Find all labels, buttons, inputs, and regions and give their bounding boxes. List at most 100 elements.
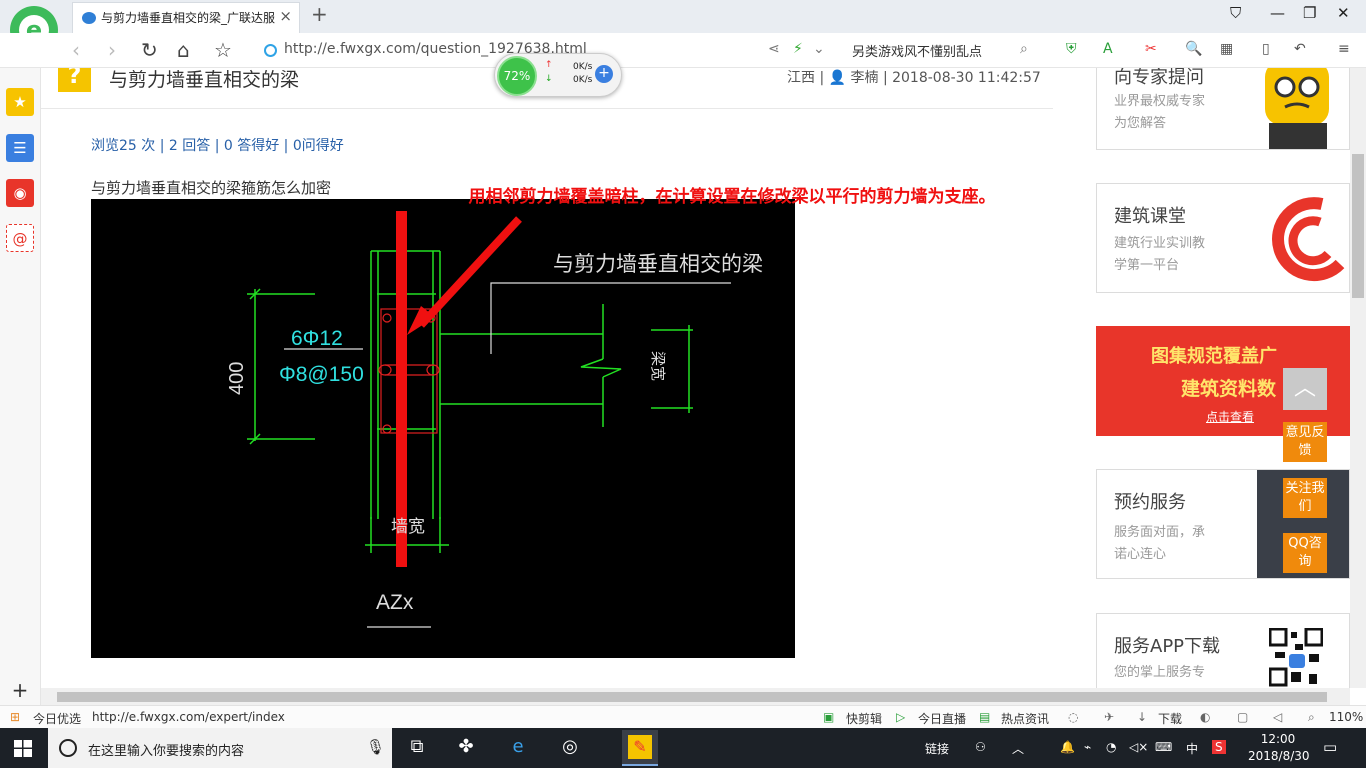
network-speed-widget[interactable]: 72% ↑ ↓ 0K/s 0K/s +	[494, 53, 622, 97]
speed-plus-icon[interactable]: +	[595, 65, 613, 83]
new-tab-button[interactable]: +	[311, 2, 328, 26]
magnifier-icon[interactable]: 🔍	[1185, 41, 1202, 57]
download-icon[interactable]: ↓	[1137, 710, 1147, 724]
cad-column-tag: AZx	[376, 591, 414, 614]
email-icon[interactable]: @	[6, 224, 34, 252]
qq-consult-button[interactable]: QQ咨询	[1283, 533, 1327, 573]
keyboard-icon[interactable]: ⌨	[1155, 740, 1172, 754]
speedup-icon[interactable]: ⚡	[793, 41, 803, 57]
live-label[interactable]: 今日直播	[918, 710, 966, 727]
download-label[interactable]: 下载	[1158, 710, 1182, 727]
menu-icon[interactable]: ≡	[1338, 41, 1350, 57]
ime-label[interactable]: 中	[1186, 740, 1198, 757]
zoom-level[interactable]: 110%	[1329, 710, 1363, 724]
reader-icon[interactable]: ☰	[6, 134, 34, 162]
zoom-icon[interactable]: ⌕	[1308, 710, 1315, 725]
search-suggestion[interactable]: 另类游戏风不懂别乱点	[852, 41, 982, 60]
skin-icon[interactable]: ⛉	[1230, 4, 1241, 22]
clock-date: 2018/8/30	[1248, 749, 1310, 763]
banner-cta[interactable]: 点击查看	[1206, 408, 1254, 425]
question-stats[interactable]: 浏览25 次 | 2 回答 | 0 答得好 | 0问得好	[91, 135, 344, 155]
favorite-star-icon[interactable]: ☆	[214, 38, 232, 62]
course-title: 建筑课堂	[1114, 206, 1186, 227]
links-label[interactable]: 链接	[925, 740, 949, 757]
horizontal-scrollbar[interactable]	[41, 688, 1350, 705]
dropdown-chevron-icon[interactable]: ⌄	[813, 41, 825, 57]
tab-close-icon[interactable]: ×	[279, 7, 292, 25]
horizontal-scroll-thumb[interactable]	[57, 692, 1327, 702]
add-sidebar-icon[interactable]: +	[6, 676, 34, 704]
gift-icon[interactable]: ⊞	[10, 710, 20, 724]
course-card[interactable]: 建筑课堂 建筑行业实训教 学第一平台	[1096, 183, 1350, 293]
home-icon[interactable]: ⌂	[177, 38, 190, 62]
quick-cut-icon[interactable]: ▣	[823, 710, 834, 724]
quick-cut-label[interactable]: 快剪辑	[846, 710, 882, 727]
undo-icon[interactable]: ↶	[1294, 41, 1306, 57]
forward-icon[interactable]: ›	[108, 38, 116, 62]
back-to-top-button[interactable]: ︿	[1283, 368, 1327, 410]
close-window-button[interactable]: ✕	[1337, 4, 1350, 22]
sogou-icon[interactable]: S	[1212, 740, 1226, 754]
booking-sub2: 诺心连心	[1114, 547, 1167, 562]
action-center-icon[interactable]: ▭	[1323, 738, 1337, 756]
apps-grid-icon[interactable]: ▦	[1220, 41, 1233, 57]
ask-expert-card[interactable]: 向专家提问 业界最权威专家 为您解答	[1096, 68, 1350, 150]
notification-bell-icon[interactable]: 🔔	[1060, 740, 1075, 754]
tablet-icon[interactable]: ▯	[1262, 41, 1270, 57]
today-picks[interactable]: 今日优选	[33, 710, 81, 727]
favorites-icon[interactable]: ★	[6, 88, 34, 116]
question-title: 与剪力墙垂直相交的梁	[109, 69, 300, 91]
notepad-app-icon[interactable]: ✎	[622, 730, 658, 766]
share-icon[interactable]: ⋖	[768, 41, 780, 57]
minimize-button[interactable]: —	[1270, 4, 1285, 22]
title-bar: e 与剪力墙垂直相交的梁_广联达服 × + ⛉ — ❐ ✕	[0, 0, 1366, 60]
news-icon[interactable]: ▤	[979, 710, 990, 724]
settings-icon[interactable]: ◌	[1068, 710, 1078, 724]
news-label[interactable]: 热点资讯	[1001, 710, 1049, 727]
cad-dim-beam-width: 梁宽	[649, 351, 666, 381]
vertical-scroll-thumb[interactable]	[1352, 154, 1364, 298]
maximize-button[interactable]: ❐	[1303, 4, 1316, 22]
booking-sub1: 服务面对面，承	[1114, 525, 1206, 540]
back-icon[interactable]: ‹	[72, 38, 80, 62]
fan-app-icon[interactable]: ✤	[453, 736, 479, 760]
app-card[interactable]: 服务APP下载 您的掌上服务专	[1096, 613, 1350, 688]
wifi-icon[interactable]: ◔	[1106, 740, 1116, 754]
cad-drawing-svg: 与剪力墙垂直相交的梁 6Φ12 Φ8@150 400 梁宽 墙宽 AZx	[226, 211, 763, 628]
scissors-icon[interactable]: ✂	[1145, 41, 1157, 57]
pin-icon[interactable]: ✈	[1104, 710, 1114, 724]
memory-percent: 72%	[497, 56, 537, 96]
network-icon[interactable]: ⌁	[1084, 740, 1091, 754]
windows-start-icon[interactable]	[14, 740, 32, 757]
live-icon[interactable]: ▷	[896, 710, 905, 724]
ie-icon[interactable]: e	[505, 736, 531, 760]
feedback-button[interactable]: 意见反馈	[1283, 422, 1327, 462]
tray-chevron-icon[interactable]: ︿	[1012, 740, 1024, 757]
cad-drawing: 与剪力墙垂直相交的梁 6Φ12 Φ8@150 400 梁宽 墙宽 AZx	[91, 199, 795, 658]
task-view-icon[interactable]: ⧉	[404, 736, 430, 760]
follow-button[interactable]: 关注我们	[1283, 478, 1327, 518]
vertical-scrollbar[interactable]	[1350, 68, 1366, 688]
shield-icon[interactable]: ⛨	[1066, 41, 1077, 57]
browser-app-icon[interactable]: ◎	[557, 736, 583, 760]
taskbar-search[interactable]: 在这里输入你要搜索的内容 🎙	[48, 728, 392, 768]
page-secure-icon	[264, 44, 277, 57]
volume-icon[interactable]: ◁	[1273, 710, 1282, 724]
window-icon[interactable]: ▢	[1237, 710, 1248, 724]
browser-tab[interactable]: 与剪力墙垂直相交的梁_广联达服 ×	[72, 2, 300, 33]
navigation-bar: ‹ › ↻ ⌂ ☆ http://e.fwxgx.com/question_19…	[0, 33, 1366, 68]
download-arrow-icon: ↓	[545, 74, 553, 84]
tab-favicon-icon	[82, 12, 96, 24]
search-icon[interactable]: ⌕	[1020, 41, 1028, 57]
translate-icon[interactable]: A	[1103, 41, 1113, 57]
clean-icon[interactable]: ◐	[1200, 710, 1210, 724]
taskbar-search-placeholder: 在这里输入你要搜索的内容	[88, 744, 245, 759]
weibo-icon[interactable]: ◉	[6, 179, 34, 207]
volume-muted-icon[interactable]: ◁×	[1129, 740, 1148, 754]
question-meta: 江西 | 👤 李楠 | 2018-08-30 11:42:57	[787, 70, 1041, 86]
taskbar-clock[interactable]: 12:00 2018/8/30	[1248, 731, 1310, 765]
refresh-icon[interactable]: ↻	[141, 38, 158, 62]
expert-mascot-icon	[1265, 68, 1329, 149]
people-icon[interactable]: ⚇	[975, 740, 986, 754]
microphone-icon[interactable]: 🎙	[366, 738, 385, 756]
